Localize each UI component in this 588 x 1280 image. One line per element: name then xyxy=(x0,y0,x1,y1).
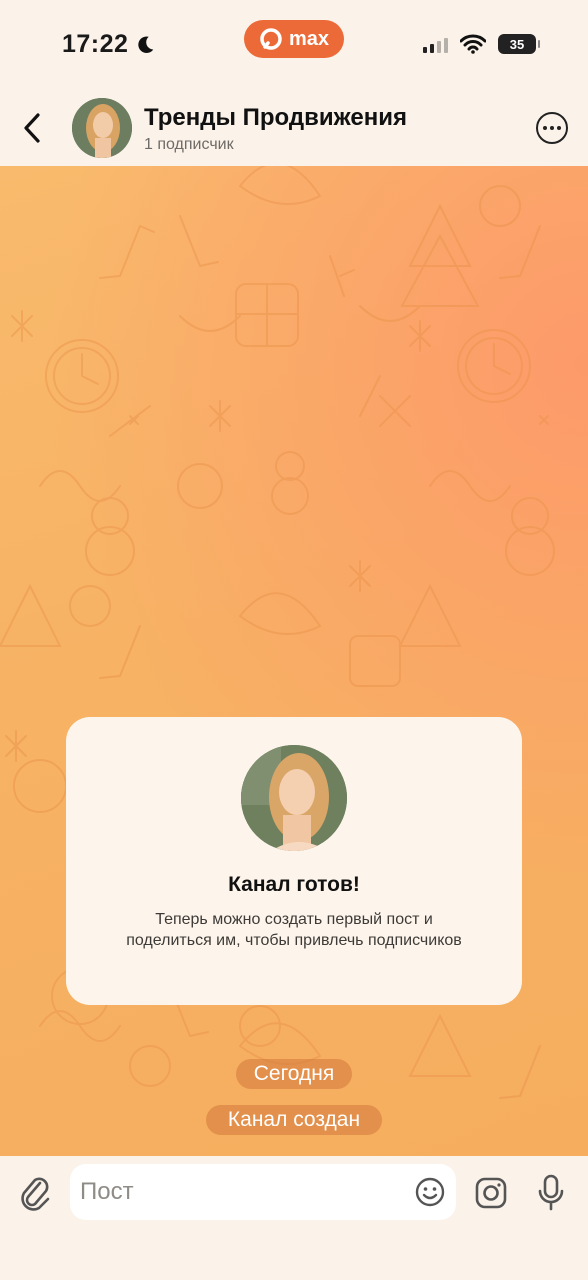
more-options-button[interactable] xyxy=(536,112,568,144)
back-button[interactable] xyxy=(14,108,50,148)
wallpaper-doodles xyxy=(0,166,555,1099)
channel-title[interactable]: Тренды Продвижения xyxy=(144,104,407,132)
chat-area[interactable]: Канал готов! Теперь можно создать первый… xyxy=(0,166,588,1156)
system-message-channel-created: Канал создан xyxy=(206,1105,382,1135)
post-input[interactable] xyxy=(80,1172,400,1212)
card-channel-avatar xyxy=(241,745,347,851)
ellipsis-circle-icon xyxy=(543,126,547,130)
status-time: 17:22 xyxy=(62,30,156,59)
subscriber-count: 1 подписчик xyxy=(144,136,234,153)
card-title: Канал готов! xyxy=(228,873,360,896)
date-separator: Сегодня xyxy=(236,1059,352,1089)
smile-icon[interactable] xyxy=(414,1176,446,1208)
status-time-text: 17:22 xyxy=(62,30,129,58)
signal-icon xyxy=(423,35,448,53)
moon-icon xyxy=(138,35,154,53)
channel-avatar[interactable] xyxy=(72,98,132,158)
app-badge-label: max xyxy=(288,27,330,50)
card-description: Теперь можно создать первый пост и подел… xyxy=(126,911,462,949)
microphone-icon[interactable] xyxy=(536,1174,566,1212)
card-avatar-photo xyxy=(241,745,347,851)
wifi-icon xyxy=(460,34,486,54)
paperclip-icon[interactable] xyxy=(18,1174,52,1214)
status-indicators: 35 xyxy=(423,34,540,54)
chevron-left-icon xyxy=(24,113,40,143)
message-composer xyxy=(0,1156,588,1280)
camera-icon[interactable] xyxy=(474,1176,508,1210)
battery-level: 35 xyxy=(509,36,525,52)
app-badge[interactable]: max xyxy=(244,20,344,58)
channel-ready-card: Канал готов! Теперь можно создать первый… xyxy=(66,717,522,1005)
max-logo-icon xyxy=(260,28,282,50)
avatar-photo xyxy=(72,98,132,158)
status-bar: 17:22 max 35 xyxy=(0,0,588,92)
battery-icon: 35 xyxy=(498,34,540,54)
post-input-wrapper[interactable] xyxy=(70,1164,456,1220)
chat-header: Тренды Продвижения 1 подписчик xyxy=(0,92,588,166)
